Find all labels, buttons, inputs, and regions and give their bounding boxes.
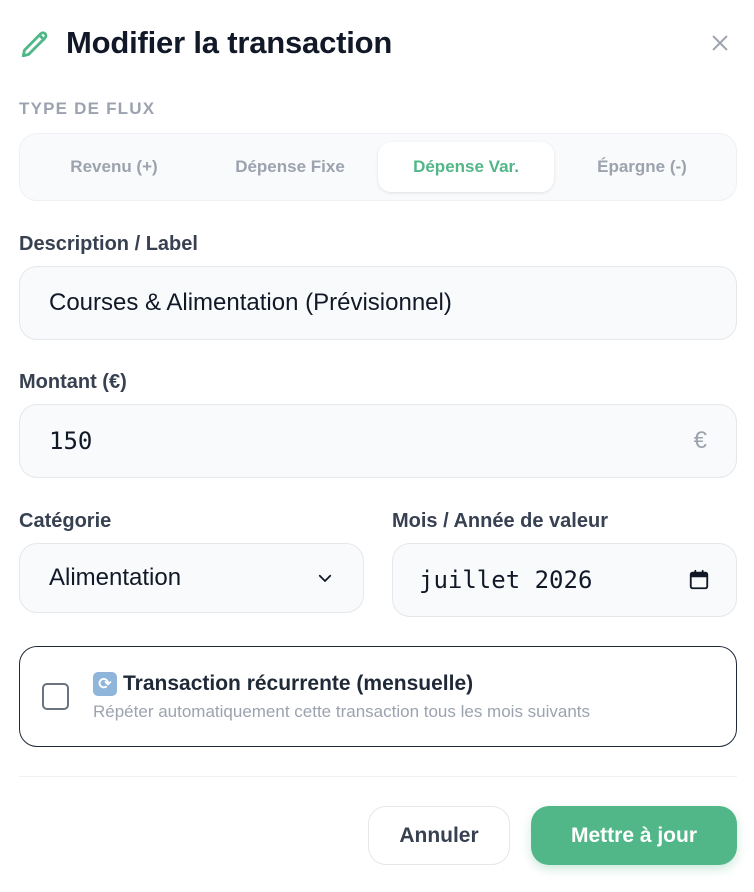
value-month-value: juillet 2026: [419, 566, 593, 594]
pencil-icon: [21, 31, 48, 58]
close-icon[interactable]: [709, 32, 731, 54]
recurring-checkbox[interactable]: [42, 683, 69, 710]
dialog-title: Modifier la transaction: [66, 25, 393, 60]
value-month-label: Mois / Année de valeur: [392, 510, 608, 532]
category-select[interactable]: Alimentation: [19, 543, 364, 613]
dialog-header: Modifier la transaction: [19, 22, 735, 64]
currency-symbol: €: [693, 427, 707, 454]
repeat-icon: ⟳: [93, 671, 117, 696]
description-label: Description / Label: [19, 233, 198, 255]
flow-type-depense-var[interactable]: Dépense Var.: [378, 142, 554, 192]
flow-type-epargne[interactable]: Épargne (-): [554, 142, 730, 192]
flow-type-label: TYPE DE FLUX: [19, 99, 156, 118]
footer-divider: [19, 776, 737, 777]
amount-label: Montant (€): [19, 371, 127, 393]
amount-field-box: €: [19, 404, 737, 478]
flow-type-depense-fixe[interactable]: Dépense Fixe: [202, 142, 378, 192]
recurring-description: Répéter automatiquement cette transactio…: [93, 701, 591, 721]
flow-type-selector: Revenu (+) Dépense Fixe Dépense Var. Épa…: [19, 133, 737, 201]
description-field-box: [19, 266, 737, 340]
value-month-field[interactable]: juillet 2026: [392, 543, 737, 617]
cancel-button[interactable]: Annuler: [368, 806, 510, 865]
chevron-down-icon: [318, 574, 332, 582]
category-label: Catégorie: [19, 510, 112, 532]
recurring-text: ⟳ Transaction récurrente (mensuelle) Rép…: [93, 671, 591, 722]
flow-type-revenu[interactable]: Revenu (+): [26, 142, 202, 192]
amount-input[interactable]: [49, 427, 694, 455]
recurring-option: ⟳ Transaction récurrente (mensuelle) Rép…: [19, 646, 737, 747]
update-button[interactable]: Mettre à jour: [531, 806, 737, 865]
recurring-title-row: ⟳ Transaction récurrente (mensuelle): [93, 671, 590, 696]
calendar-icon[interactable]: [688, 569, 710, 591]
category-value: Alimentation: [49, 564, 182, 591]
recurring-title: Transaction récurrente (mensuelle): [123, 671, 474, 695]
description-input[interactable]: [49, 289, 707, 317]
